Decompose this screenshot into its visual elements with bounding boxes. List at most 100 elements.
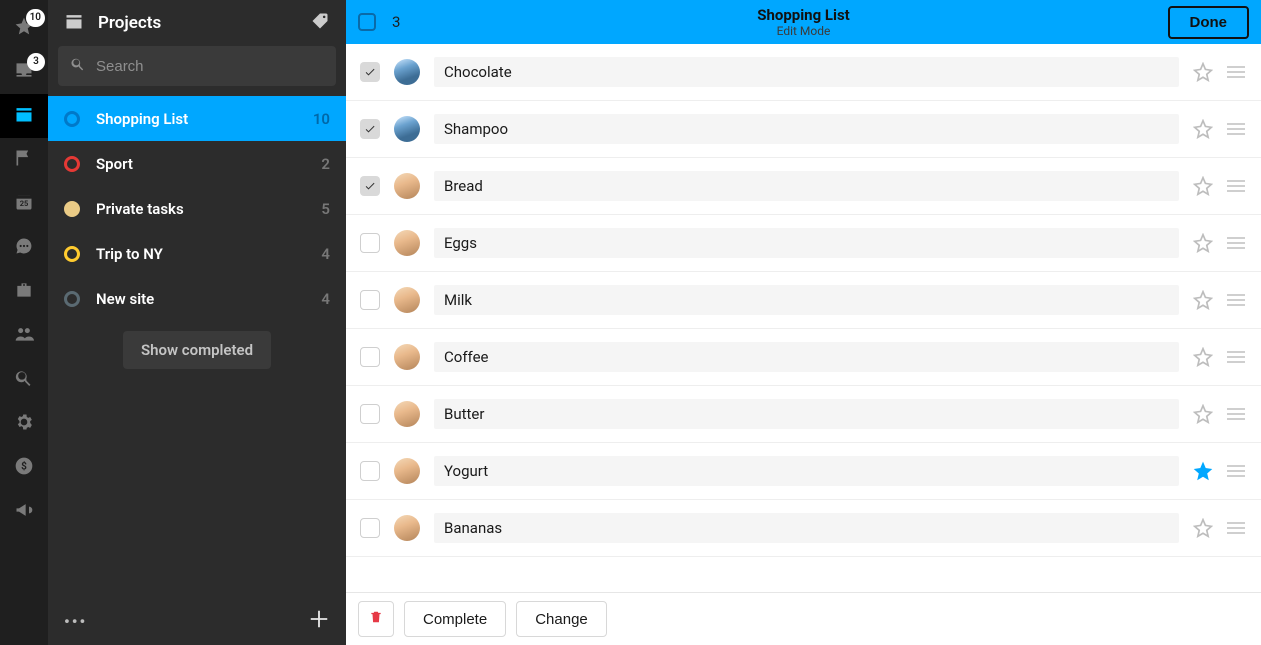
search-field[interactable]	[58, 46, 336, 86]
project-color-dot	[64, 291, 80, 307]
assignee-avatar[interactable]	[394, 59, 420, 85]
task-title[interactable]: Yogurt	[434, 456, 1179, 486]
rail-calendar[interactable]: 25	[0, 182, 48, 226]
star-toggle[interactable]	[1193, 347, 1213, 367]
drag-handle[interactable]	[1227, 237, 1247, 249]
drag-handle[interactable]	[1227, 408, 1247, 420]
rail-inbox[interactable]: 3	[0, 50, 48, 94]
people-icon	[14, 324, 34, 348]
drag-handle[interactable]	[1227, 123, 1247, 135]
task-checkbox[interactable]	[360, 176, 380, 196]
project-row[interactable]: Shopping List10	[48, 96, 346, 141]
delete-button[interactable]	[358, 601, 394, 637]
select-all-checkbox[interactable]	[358, 13, 376, 31]
rail-projects[interactable]	[0, 94, 48, 138]
more-menu-button[interactable]: •••	[64, 612, 87, 631]
project-row[interactable]: Private tasks5	[48, 186, 346, 231]
project-row[interactable]: Sport2	[48, 141, 346, 186]
rail-gear[interactable]	[0, 402, 48, 446]
star-toggle[interactable]	[1193, 176, 1213, 196]
suitcase-icon	[14, 280, 34, 304]
project-count: 4	[321, 290, 330, 308]
rail-dollar[interactable]: $	[0, 446, 48, 490]
assignee-avatar[interactable]	[394, 230, 420, 256]
task-checkbox[interactable]	[360, 347, 380, 367]
assignee-avatar[interactable]	[394, 515, 420, 541]
task-checkbox[interactable]	[360, 518, 380, 538]
task-title[interactable]: Butter	[434, 399, 1179, 429]
add-project-button[interactable]	[308, 608, 330, 634]
project-row[interactable]: New site4	[48, 276, 346, 317]
rail-star[interactable]: 10	[0, 6, 48, 50]
drag-handle[interactable]	[1227, 180, 1247, 192]
project-color-dot	[64, 111, 80, 127]
assignee-avatar[interactable]	[394, 458, 420, 484]
assignee-avatar[interactable]	[394, 173, 420, 199]
rail-search[interactable]	[0, 358, 48, 402]
drag-handle[interactable]	[1227, 294, 1247, 306]
show-completed-button[interactable]: Show completed	[123, 331, 271, 369]
svg-text:$: $	[21, 459, 27, 472]
assignee-avatar[interactable]	[394, 401, 420, 427]
assignee-avatar[interactable]	[394, 344, 420, 370]
change-button[interactable]: Change	[516, 601, 607, 637]
task-row: Coffee	[346, 329, 1261, 386]
star-toggle[interactable]	[1193, 119, 1213, 139]
task-title[interactable]: Shampoo	[434, 114, 1179, 144]
search-container	[48, 46, 346, 96]
task-title[interactable]: Bread	[434, 171, 1179, 201]
page-title: Shopping List	[757, 6, 850, 24]
task-checkbox[interactable]	[360, 461, 380, 481]
project-count: 5	[321, 200, 330, 218]
drag-handle[interactable]	[1227, 66, 1247, 78]
task-row: Shampoo	[346, 101, 1261, 158]
rail-badge: 10	[26, 9, 45, 27]
drag-handle[interactable]	[1227, 522, 1247, 534]
page-subtitle: Edit Mode	[757, 24, 850, 38]
rail-suitcase[interactable]	[0, 270, 48, 314]
tag-icon[interactable]	[310, 11, 330, 35]
complete-button[interactable]: Complete	[404, 601, 506, 637]
rail-chat[interactable]	[0, 226, 48, 270]
task-title[interactable]: Chocolate	[434, 57, 1179, 87]
project-color-dot	[64, 201, 80, 217]
drag-handle[interactable]	[1227, 465, 1247, 477]
search-icon	[14, 368, 34, 392]
task-row: Yogurt	[346, 443, 1261, 500]
search-input[interactable]	[96, 58, 324, 75]
star-toggle[interactable]	[1193, 518, 1213, 538]
star-toggle[interactable]	[1193, 233, 1213, 253]
megaphone-icon	[14, 500, 34, 524]
star-toggle[interactable]	[1193, 62, 1213, 82]
task-checkbox[interactable]	[360, 290, 380, 310]
task-checkbox[interactable]	[360, 404, 380, 424]
rail-people[interactable]	[0, 314, 48, 358]
project-count: 10	[313, 110, 330, 128]
done-button[interactable]: Done	[1168, 6, 1250, 39]
rail-megaphone[interactable]	[0, 490, 48, 534]
task-title[interactable]: Milk	[434, 285, 1179, 315]
assignee-avatar[interactable]	[394, 116, 420, 142]
task-checkbox[interactable]	[360, 119, 380, 139]
task-list: Chocolate Shampoo Bread Eggs Milk Coffee Butte…	[346, 44, 1261, 592]
task-title[interactable]: Bananas	[434, 513, 1179, 543]
task-title[interactable]: Coffee	[434, 342, 1179, 372]
chat-icon	[14, 236, 34, 260]
topbar-center: Shopping List Edit Mode	[757, 6, 850, 38]
assignee-avatar[interactable]	[394, 287, 420, 313]
task-checkbox[interactable]	[360, 62, 380, 82]
rail-flag[interactable]	[0, 138, 48, 182]
star-toggle[interactable]	[1193, 290, 1213, 310]
task-title[interactable]: Eggs	[434, 228, 1179, 258]
star-toggle[interactable]	[1193, 404, 1213, 424]
project-name: Sport	[96, 155, 305, 173]
star-toggle[interactable]	[1193, 461, 1213, 481]
projects-icon	[64, 11, 84, 35]
project-row[interactable]: Trip to NY4	[48, 231, 346, 276]
sidebar-title: Projects	[98, 13, 296, 33]
calendar-icon: 25	[14, 192, 34, 216]
project-list: Shopping List10Sport2Private tasks5Trip …	[48, 96, 346, 317]
show-completed-wrap: Show completed	[48, 317, 346, 377]
drag-handle[interactable]	[1227, 351, 1247, 363]
task-checkbox[interactable]	[360, 233, 380, 253]
